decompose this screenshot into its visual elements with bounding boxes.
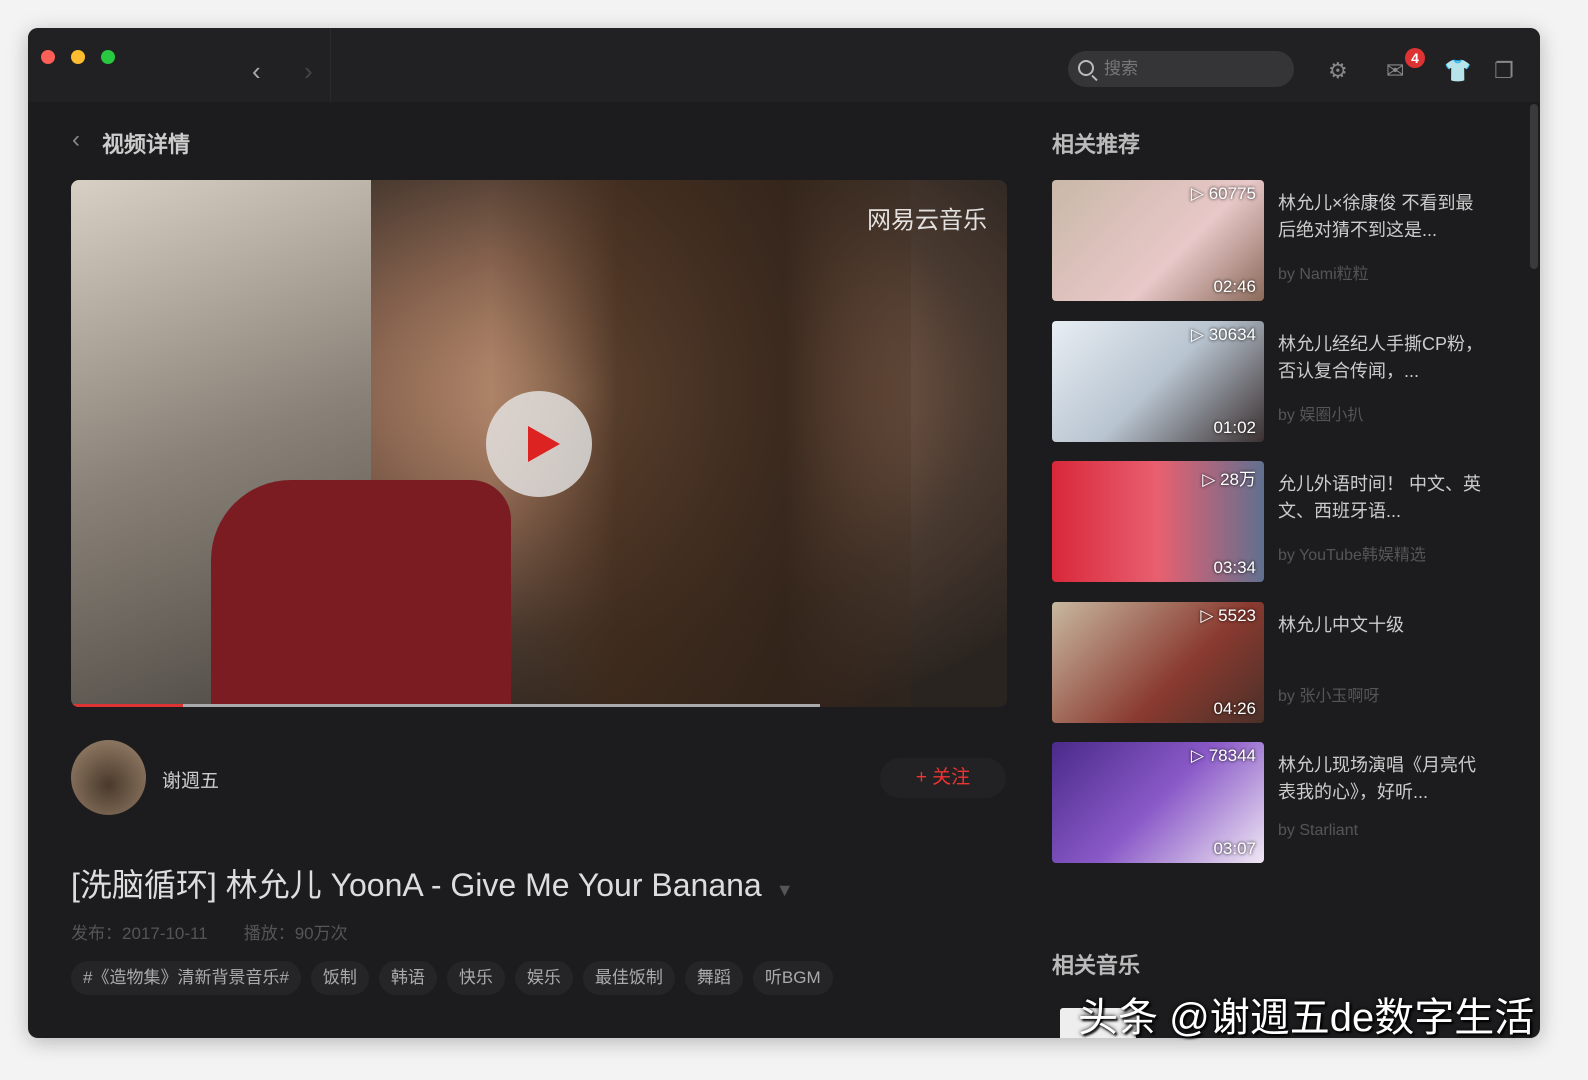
tag[interactable]: 最佳饭制	[582, 961, 675, 995]
video-meta: 发布：2017-10-11 播放：90万次	[71, 924, 348, 943]
related-video-item[interactable]: ▷ 78344 03:07 林允儿现场演唱《月亮代表我的心》，好听... by Sta…	[1052, 742, 1492, 863]
related-video-author[interactable]: by YouTube韩娱精选	[1278, 541, 1426, 565]
play-button[interactable]	[486, 391, 592, 497]
minimize-button[interactable]	[71, 50, 85, 64]
related-video-author[interactable]: by 张小玉啊呀	[1278, 682, 1379, 706]
duration: 01:02	[1213, 417, 1256, 437]
tag[interactable]: 听BGM	[752, 961, 833, 995]
back-nav-icon[interactable]: ‹	[252, 58, 261, 84]
mail-icon[interactable]: ✉	[1386, 58, 1404, 84]
titlebar: ‹ › 搜索 ⚙ ✉ 4 👕 ❐	[28, 28, 1540, 102]
avatar[interactable]	[71, 740, 146, 815]
related-video-item[interactable]: ▷ 30634 01:02 林允儿经纪人手撕CP粉，否认复合传闻，... by 娱圈小…	[1052, 320, 1492, 442]
mail-badge: 4	[1405, 48, 1425, 68]
related-video-author[interactable]: by 娱圈小扒	[1278, 401, 1363, 425]
related-video-author[interactable]: by Nami粒粒	[1278, 260, 1369, 284]
forward-nav-icon[interactable]: ›	[304, 58, 313, 84]
related-video-title[interactable]: 林允儿×徐康俊 不看到最后绝对猜不到这是...	[1278, 190, 1488, 244]
play-count: ▷ 78344	[1190, 746, 1256, 765]
related-video-item[interactable]: ▷ 5523 04:26 林允儿中文十级 by 张小玉啊呀	[1052, 601, 1492, 723]
back-icon[interactable]: ‹	[72, 126, 80, 154]
divider	[330, 28, 331, 102]
page-title: 视频详情	[102, 132, 191, 157]
video-thumbnail[interactable]: ▷ 30634 01:02	[1052, 320, 1264, 442]
tag[interactable]: 韩语	[378, 961, 437, 995]
tag-list: #《造物集》清新背景音乐# 饭制 韩语 快乐 娱乐 最佳饭制 舞蹈 听BGM	[71, 961, 833, 995]
follow-button[interactable]: + 关注	[880, 758, 1006, 798]
buffer-bar	[71, 704, 820, 707]
video-thumbnail[interactable]: ▷ 78344 03:07	[1052, 742, 1264, 863]
duration: 02:46	[1213, 277, 1256, 296]
expand-caret-icon[interactable]: ▼	[776, 880, 794, 900]
scrollbar[interactable]	[1530, 104, 1538, 269]
progress-bar[interactable]	[71, 704, 1007, 707]
related-video-title[interactable]: 林允儿中文十级	[1278, 612, 1488, 639]
author-name[interactable]: 谢週五	[162, 766, 219, 793]
video-thumbnail[interactable]: ▷ 5523 04:26	[1052, 601, 1264, 723]
search-input[interactable]: 搜索	[1068, 51, 1294, 87]
related-video-item[interactable]: ▷ 60775 02:46 林允儿×徐康俊 不看到最后绝对猜不到这是... by Na…	[1052, 180, 1492, 301]
zoom-button[interactable]	[101, 50, 115, 64]
tag[interactable]: 舞蹈	[684, 961, 743, 995]
tag[interactable]: 娱乐	[514, 961, 573, 995]
skin-icon[interactable]: 👕	[1444, 58, 1471, 84]
video-frame-detail	[211, 480, 511, 707]
progress-fill	[71, 704, 184, 707]
play-count: ▷ 28万	[1202, 470, 1256, 489]
related-heading: 相关推荐	[1052, 132, 1141, 157]
tag[interactable]: #《造物集》清新背景音乐#	[71, 961, 301, 995]
related-music-heading: 相关音乐	[1052, 953, 1141, 978]
video-thumbnail[interactable]: ▷ 60775 02:46	[1052, 180, 1264, 301]
gear-icon[interactable]: ⚙	[1328, 58, 1348, 84]
related-video-title[interactable]: 允儿外语时间！ 中文、英文、西班牙语...	[1278, 471, 1488, 525]
duration: 04:26	[1213, 698, 1256, 718]
app-window: ‹ › 搜索 ⚙ ✉ 4 👕 ❐ ‹ 视频详情 网易云音乐 谢週五 + 关注 […	[28, 28, 1540, 1038]
search-icon	[1078, 60, 1094, 76]
related-video-item[interactable]: ▷ 28万 03:34 允儿外语时间！ 中文、英文、西班牙语... by YouTub…	[1052, 461, 1492, 582]
related-video-author[interactable]: by Starliant	[1278, 822, 1358, 840]
video-watermark: 网易云音乐	[867, 207, 987, 234]
related-video-title[interactable]: 林允儿经纪人手撕CP粉，否认复合传闻，...	[1278, 331, 1488, 385]
tag[interactable]: 饭制	[310, 961, 369, 995]
duration: 03:34	[1213, 558, 1256, 577]
watermark: 头条 @谢週五de数字生活	[1078, 996, 1535, 1040]
miniplayer-icon[interactable]: ❐	[1494, 58, 1514, 84]
close-button[interactable]	[41, 50, 55, 64]
video-player[interactable]: 网易云音乐	[71, 180, 1007, 707]
video-thumbnail[interactable]: ▷ 28万 03:34	[1052, 461, 1264, 582]
related-video-title[interactable]: 林允儿现场演唱《月亮代表我的心》，好听...	[1278, 752, 1488, 806]
video-title: [洗脑循环] 林允儿 YoonA - Give Me Your Banana ▼	[71, 867, 794, 903]
play-count: ▷ 5523	[1200, 605, 1256, 625]
duration: 03:07	[1213, 839, 1256, 858]
tag[interactable]: 快乐	[446, 961, 505, 995]
play-count: ▷ 60775	[1190, 184, 1256, 203]
play-count: ▷ 30634	[1190, 324, 1256, 344]
